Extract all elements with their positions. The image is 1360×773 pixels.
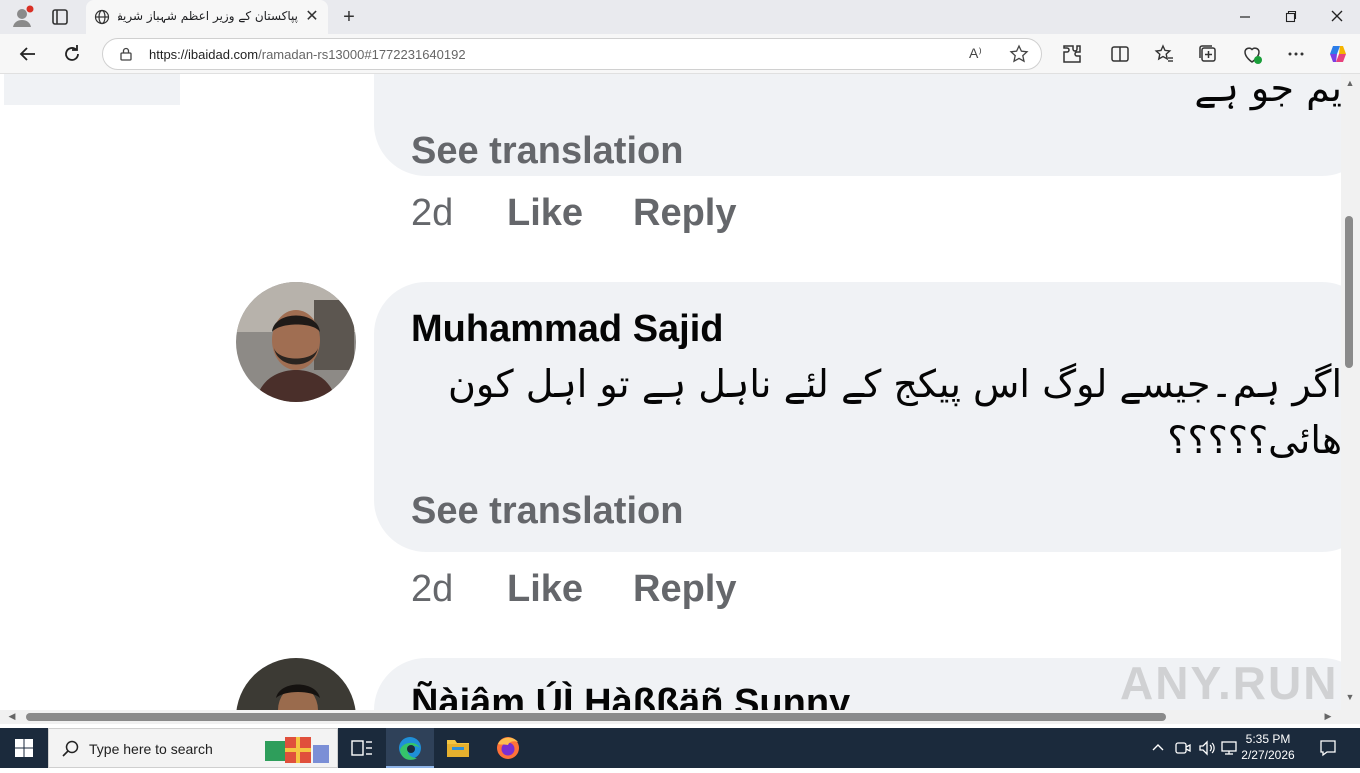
comment-bubble: Muhammad Sajid اگر ہم۔جیسے لوگ اس پیکج ک…	[374, 282, 1341, 552]
navigation-bar: https://ibaidad.com/ramadan-rs13000#1772…	[0, 34, 1360, 74]
copilot-icon[interactable]	[1326, 42, 1350, 66]
vertical-scrollbar[interactable]: ▲ ▼	[1341, 74, 1360, 710]
see-translation-link[interactable]: See translation	[411, 130, 683, 173]
sidebar-fragment	[4, 74, 180, 105]
taskbar-search-box[interactable]: Type here to search	[48, 728, 338, 768]
address-bar[interactable]: https://ibaidad.com/ramadan-rs13000#1772…	[102, 38, 1042, 70]
avatar[interactable]	[236, 658, 356, 710]
collections-icon[interactable]	[1196, 42, 1220, 66]
windows-start-icon[interactable]	[0, 728, 48, 768]
profile-icon[interactable]	[10, 5, 34, 29]
meet-now-icon[interactable]	[1174, 738, 1192, 758]
comment-text-line-1: اگر ہم۔جیسے لوگ اس پیکج کے لئے ناہل ہے ت…	[448, 362, 1341, 406]
watermark: ANY.RUN	[1120, 657, 1339, 709]
favorites-icon[interactable]	[1152, 42, 1176, 66]
extensions-icon[interactable]	[1060, 42, 1084, 66]
volume-icon[interactable]	[1198, 738, 1216, 758]
comment-bubble: یم جو ہے See translation	[374, 74, 1341, 176]
comment-text-line-2: ھائی؟؟؟؟؟	[1167, 418, 1341, 462]
scroll-right-arrow-icon[interactable]: ▶	[1322, 711, 1334, 723]
scroll-up-arrow-icon[interactable]: ▲	[1344, 78, 1356, 90]
reply-button[interactable]: Reply	[633, 192, 736, 235]
url-text[interactable]: https://ibaidad.com/ramadan-rs13000#1772…	[149, 47, 466, 62]
restore-button[interactable]	[1276, 6, 1306, 28]
vertical-scroll-thumb[interactable]	[1345, 216, 1353, 368]
new-tab-button[interactable]: +	[338, 6, 360, 28]
like-button[interactable]: Like	[507, 568, 583, 611]
task-view-icon[interactable]	[338, 728, 386, 768]
avatar[interactable]	[236, 282, 356, 402]
tab-title: پپاکستان کے وزیر اعظم شہباز شریف	[118, 9, 298, 23]
horizontal-scroll-thumb[interactable]	[26, 713, 1166, 721]
taskbar: Type here to search 5:35 PM 2/27/2026	[0, 728, 1360, 768]
comment-author[interactable]: Ñàjâm ÚÌ Hàßßäñ Sunny	[411, 682, 850, 710]
clock-time: 5:35 PM	[1245, 732, 1291, 746]
horizontal-scrollbar[interactable]: ◀ ▶	[0, 710, 1341, 724]
active-tab[interactable]: پپاکستان کے وزیر اعظم شہباز شریف ✕	[86, 0, 328, 34]
comment-time[interactable]: 2d	[411, 568, 453, 611]
comment-time[interactable]: 2d	[411, 192, 453, 235]
close-window-button[interactable]	[1322, 6, 1352, 28]
split-screen-icon[interactable]	[1108, 42, 1132, 66]
tab-close-icon[interactable]: ✕	[304, 9, 320, 25]
scroll-down-arrow-icon[interactable]: ▼	[1344, 692, 1356, 704]
favorite-star-icon[interactable]	[1009, 44, 1029, 64]
see-translation-link[interactable]: See translation	[411, 490, 683, 533]
browser-essentials-icon[interactable]	[1240, 42, 1264, 66]
scroll-left-arrow-icon[interactable]: ◀	[6, 711, 18, 723]
file-explorer-icon[interactable]	[434, 728, 482, 768]
show-hidden-icons-chevron-icon[interactable]	[1150, 738, 1166, 758]
refresh-icon[interactable]	[60, 42, 84, 66]
taskbar-clock[interactable]: 5:35 PM 2/27/2026	[1238, 731, 1298, 765]
like-button[interactable]: Like	[507, 192, 583, 235]
search-placeholder: Type here to search	[89, 741, 213, 757]
read-aloud-icon[interactable]: A⁾	[969, 45, 989, 65]
browser-title-bar: پپاکستان کے وزیر اعظم شہباز شریف ✕ +	[0, 0, 1360, 34]
network-icon[interactable]	[1220, 738, 1238, 758]
notifications-icon[interactable]	[1318, 738, 1338, 758]
tab-actions-icon[interactable]	[46, 5, 74, 29]
scrollbar-corner	[1341, 710, 1360, 724]
minimize-button[interactable]	[1230, 6, 1260, 28]
clock-date: 2/27/2026	[1241, 748, 1295, 762]
page-viewport: یم جو ہے See translation 2d Like Reply M…	[4, 74, 1341, 710]
search-icon	[61, 739, 81, 759]
globe-icon	[94, 9, 110, 25]
comment-text: یم جو ہے	[1194, 74, 1341, 110]
more-options-icon[interactable]	[1284, 42, 1308, 66]
edge-browser-icon[interactable]	[386, 728, 434, 768]
search-highlight-gifts-icon[interactable]	[263, 733, 333, 765]
reply-button[interactable]: Reply	[633, 568, 736, 611]
lock-icon[interactable]	[119, 47, 133, 61]
firefox-icon[interactable]	[484, 728, 532, 768]
back-arrow-icon[interactable]	[16, 42, 40, 66]
comment-author[interactable]: Muhammad Sajid	[411, 308, 724, 351]
